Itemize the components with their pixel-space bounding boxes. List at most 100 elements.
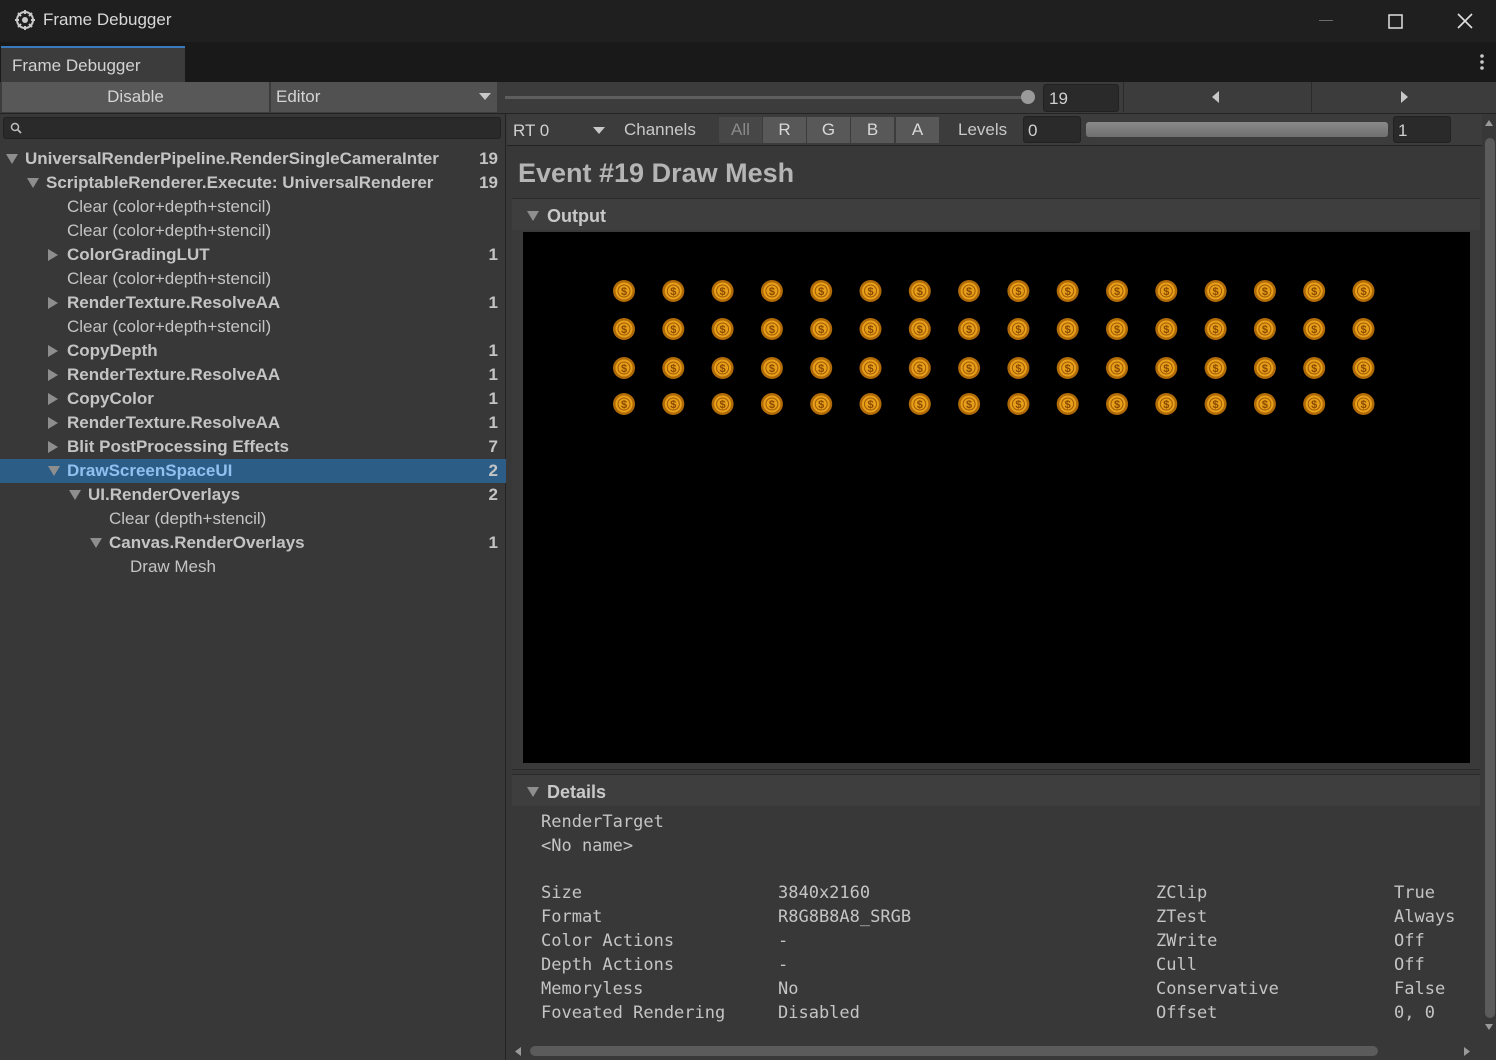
maximize-button[interactable] [1360, 0, 1430, 42]
scroll-left-icon[interactable] [515, 1047, 521, 1056]
event-slider-thumb[interactable] [1021, 90, 1035, 104]
tree-row[interactable]: Clear (color+depth+stencil) [0, 315, 506, 339]
coin-icon: $ [1352, 318, 1375, 340]
output-foldout-header[interactable]: Output [512, 198, 1480, 230]
more-options-icon[interactable] [1472, 52, 1492, 74]
foldout-down-icon[interactable] [69, 490, 81, 500]
channel-a-button[interactable]: A [896, 117, 939, 143]
tree-row-count: 1 [488, 413, 498, 432]
details-foldout-header[interactable]: Details [512, 774, 1480, 806]
svg-text:$: $ [1163, 363, 1169, 375]
coin-icon: $ [613, 357, 635, 379]
coin-icon: $ [613, 280, 635, 302]
foldout-right-icon[interactable] [48, 417, 58, 429]
next-event-button[interactable] [1311, 82, 1496, 112]
previous-event-button[interactable] [1123, 82, 1310, 112]
tree-row-label: Clear (depth+stencil) [109, 509, 267, 528]
target-dropdown[interactable]: Editor [271, 82, 497, 112]
channel-g-button[interactable]: G [807, 117, 850, 143]
tree-row-count: 2 [488, 485, 498, 504]
tab-frame-debugger[interactable]: Frame Debugger [1, 46, 185, 82]
render-target-label: RT 0 [513, 121, 550, 140]
scroll-down-icon[interactable] [1485, 1024, 1493, 1030]
tree-row[interactable]: CopyColor 1 [0, 387, 506, 411]
close-window-button[interactable] [1430, 0, 1496, 42]
coin-icon: $ [810, 280, 833, 302]
foldout-down-icon[interactable] [6, 154, 18, 164]
tree-row[interactable]: CopyDepth 1 [0, 339, 506, 363]
channel-all-button[interactable]: All [719, 117, 762, 143]
foldout-down-icon[interactable] [48, 466, 60, 476]
tree-row[interactable]: Draw Mesh [0, 555, 506, 579]
svg-text:$: $ [621, 363, 627, 375]
scroll-right-icon[interactable] [1464, 1047, 1470, 1056]
tree-row[interactable]: UniversalRenderPipeline.RenderSingleCame… [0, 147, 506, 171]
foldout-right-icon[interactable] [48, 345, 58, 357]
coin-icon: $ [711, 280, 734, 302]
minimize-button[interactable] [1291, 0, 1361, 42]
foldout-right-icon[interactable] [48, 441, 58, 453]
coin-icon: $ [1204, 393, 1227, 415]
foldout-right-icon[interactable] [48, 369, 58, 381]
svg-text:$: $ [917, 286, 923, 298]
foldout-down-icon[interactable] [90, 538, 102, 548]
coin-icon: $ [1303, 280, 1326, 302]
foldout-right-icon[interactable] [48, 249, 58, 261]
foldout-down-icon[interactable] [27, 178, 39, 188]
levels-max-field[interactable]: 1 [1393, 116, 1451, 143]
tree-row[interactable]: DrawScreenSpaceUI 2 [0, 459, 506, 483]
tree-row[interactable]: Clear (depth+stencil) [0, 507, 506, 531]
foldout-down-icon [527, 787, 539, 797]
event-slider-track[interactable] [505, 96, 1030, 99]
detail-value: Disabled [778, 1003, 860, 1023]
tree-row[interactable]: RenderTexture.ResolveAA 1 [0, 363, 506, 387]
detail-value: No [778, 979, 799, 999]
coin-icon: $ [859, 318, 882, 340]
svg-text:$: $ [1213, 399, 1219, 411]
minimize-icon [1319, 20, 1333, 21]
svg-text:$: $ [1213, 324, 1219, 336]
svg-text:$: $ [966, 286, 972, 298]
detail-value: Always [1394, 907, 1456, 927]
coin-icon: $ [711, 357, 734, 379]
coin-icon: $ [1007, 318, 1030, 340]
tree-row[interactable]: Clear (color+depth+stencil) [0, 267, 506, 291]
scroll-up-icon[interactable] [1485, 120, 1493, 126]
close-icon [1457, 13, 1473, 29]
foldout-right-icon[interactable] [48, 393, 58, 405]
svg-text:$: $ [1114, 363, 1120, 375]
svg-text:$: $ [917, 363, 923, 375]
levels-min-field[interactable]: 0 [1023, 116, 1081, 143]
render-target-dropdown[interactable]: RT 0 [507, 115, 611, 145]
coin-icon: $ [1056, 393, 1079, 415]
event-index-field[interactable]: 19 [1043, 84, 1119, 112]
coin-icon: $ [1056, 318, 1079, 340]
tree-row[interactable]: ScriptableRenderer.Execute: UniversalRen… [0, 171, 506, 195]
tree-row-label: CopyDepth [67, 341, 158, 360]
svg-text:$: $ [1114, 286, 1120, 298]
tree-row[interactable]: RenderTexture.ResolveAA 1 [0, 411, 506, 435]
coin-icon: $ [1155, 357, 1178, 379]
disable-button[interactable]: Disable [2, 82, 269, 112]
vertical-scrollbar-thumb[interactable] [1485, 138, 1495, 1018]
horizontal-scrollbar-thumb[interactable] [530, 1046, 1378, 1056]
channel-b-button[interactable]: B [851, 117, 894, 143]
tree-row[interactable]: UI.RenderOverlays 2 [0, 483, 506, 507]
svg-text:$: $ [1015, 324, 1021, 336]
coin-icon: $ [958, 280, 981, 302]
tree-row[interactable]: Blit PostProcessing Effects 7 [0, 435, 506, 459]
channel-r-button[interactable]: R [763, 117, 806, 143]
tree-row[interactable]: ColorGradingLUT 1 [0, 243, 506, 267]
detail-value: - [778, 955, 789, 975]
tree-row[interactable]: RenderTexture.ResolveAA 1 [0, 291, 506, 315]
detail-key: Memoryless [541, 979, 644, 999]
search-input[interactable] [3, 117, 501, 139]
levels-range-slider[interactable] [1086, 122, 1388, 137]
tree-row-count: 1 [488, 365, 498, 384]
tree-row[interactable]: Canvas.RenderOverlays 1 [0, 531, 506, 555]
coin-icon: $ [1155, 318, 1178, 340]
svg-text:$: $ [966, 324, 972, 336]
tree-row[interactable]: Clear (color+depth+stencil) [0, 195, 506, 219]
tree-row[interactable]: Clear (color+depth+stencil) [0, 219, 506, 243]
foldout-right-icon[interactable] [48, 297, 58, 309]
